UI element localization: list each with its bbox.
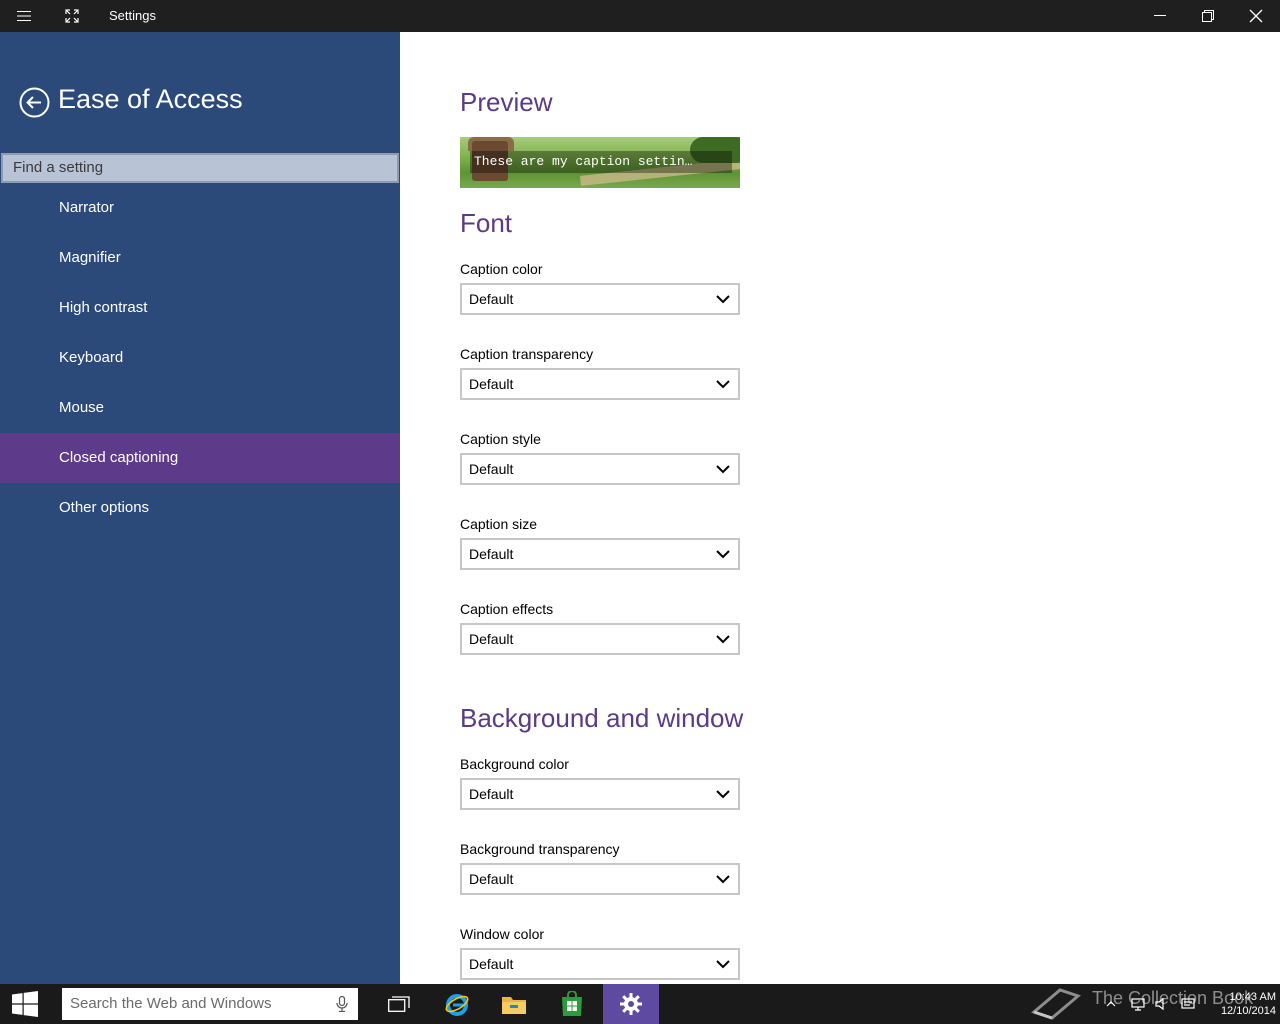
title-bar: Settings xyxy=(0,0,1280,32)
expand-icon xyxy=(65,9,79,23)
settings-icon xyxy=(620,993,642,1015)
chevron-down-icon xyxy=(716,380,730,389)
sidebar-item-high-contrast[interactable]: High contrast xyxy=(0,283,400,333)
window-title: Settings xyxy=(109,8,156,23)
settings-button[interactable] xyxy=(603,984,659,1024)
restore-icon xyxy=(1202,10,1214,22)
windows-logo-icon xyxy=(12,991,38,1017)
back-button[interactable] xyxy=(19,87,50,118)
preview-heading: Preview xyxy=(460,87,553,117)
clock-date: 12/10/2014 xyxy=(1220,1005,1276,1017)
sidebar-item-magnifier[interactable]: Magnifier xyxy=(0,233,400,283)
dropdown-value: Default xyxy=(469,376,514,392)
window-color-dropdown[interactable]: Default xyxy=(460,948,740,980)
sidebar-item-narrator[interactable]: Narrator xyxy=(0,183,400,233)
internet-explorer-icon xyxy=(445,994,469,1016)
hamburger-icon xyxy=(17,11,31,21)
close-icon xyxy=(1249,9,1263,23)
background-color-label: Background color xyxy=(460,756,569,772)
clock[interactable]: 10:43 AM 12/10/2014 xyxy=(1206,990,1276,1018)
chevron-down-icon xyxy=(716,550,730,559)
action-center-icon[interactable] xyxy=(1180,996,1196,1012)
caption-style-label: Caption style xyxy=(460,431,541,447)
full-screen-button[interactable] xyxy=(48,0,96,32)
sidebar-item-closed-captioning[interactable]: Closed captioning xyxy=(0,433,400,483)
caption-size-dropdown[interactable]: Default xyxy=(460,538,740,570)
caption-color-dropdown[interactable]: Default xyxy=(460,283,740,315)
minimize-button[interactable] xyxy=(1136,0,1184,32)
close-button[interactable] xyxy=(1232,0,1280,32)
taskbar-search-placeholder: Search the Web and Windows xyxy=(70,995,272,1012)
dropdown-value: Default xyxy=(469,956,514,972)
caption-effects-label: Caption effects xyxy=(460,601,554,617)
clock-time: 10:43 AM xyxy=(1229,991,1276,1003)
chevron-down-icon xyxy=(716,875,730,884)
caption-effects-dropdown[interactable]: Default xyxy=(460,623,740,655)
task-view-icon xyxy=(388,996,410,1012)
dropdown-value: Default xyxy=(469,871,514,887)
caption-preview-text: These are my caption settin… xyxy=(470,151,732,173)
caption-size-label: Caption size xyxy=(460,516,538,532)
window-color-label: Window color xyxy=(460,926,545,942)
dropdown-value: Default xyxy=(469,291,514,307)
restore-button[interactable] xyxy=(1184,0,1232,32)
watermark-book-icon xyxy=(1030,988,1082,1020)
dropdown-value: Default xyxy=(469,546,514,562)
sidebar-title: Ease of Access xyxy=(58,84,243,114)
internet-explorer-button[interactable] xyxy=(429,984,485,1024)
chevron-down-icon xyxy=(716,960,730,969)
background-color-dropdown[interactable]: Default xyxy=(460,778,740,810)
caption-transparency-dropdown[interactable]: Default xyxy=(460,368,740,400)
sidebar: Ease of Access Find a setting Narrator M… xyxy=(0,32,400,984)
dropdown-value: Default xyxy=(469,631,514,647)
background-window-heading: Background and window xyxy=(460,703,744,733)
chevron-down-icon xyxy=(716,790,730,799)
store-icon xyxy=(562,991,582,1016)
chevron-down-icon xyxy=(716,635,730,644)
caption-style-dropdown[interactable]: Default xyxy=(460,453,740,485)
background-transparency-dropdown[interactable]: Default xyxy=(460,863,740,895)
caption-preview-image: These are my caption settin… xyxy=(460,137,740,188)
minimize-icon xyxy=(1154,15,1166,16)
main-content: Preview These are my caption settin… Fon… xyxy=(400,32,1280,984)
find-setting-input[interactable]: Find a setting xyxy=(1,153,399,183)
background-transparency-label: Background transparency xyxy=(460,841,620,857)
caption-transparency-label: Caption transparency xyxy=(460,346,594,362)
caption-color-label: Caption color xyxy=(460,261,543,277)
hamburger-menu-button[interactable] xyxy=(0,0,48,32)
start-button[interactable] xyxy=(0,984,50,1024)
file-explorer-button[interactable] xyxy=(486,984,542,1024)
microphone-icon[interactable] xyxy=(336,996,348,1012)
network-icon[interactable] xyxy=(1130,996,1146,1012)
sidebar-item-other-options[interactable]: Other options xyxy=(0,483,400,533)
chevron-down-icon xyxy=(716,465,730,474)
show-hidden-icons-icon[interactable] xyxy=(1103,996,1119,1012)
back-arrow-icon xyxy=(19,87,50,118)
sidebar-item-mouse[interactable]: Mouse xyxy=(0,383,400,433)
dropdown-value: Default xyxy=(469,461,514,477)
file-explorer-icon xyxy=(502,997,526,1014)
font-heading: Font xyxy=(460,208,513,238)
sidebar-item-keyboard[interactable]: Keyboard xyxy=(0,333,400,383)
store-button[interactable] xyxy=(544,984,600,1024)
volume-icon[interactable] xyxy=(1154,996,1170,1012)
taskbar-search-input[interactable]: Search the Web and Windows xyxy=(62,988,358,1020)
dropdown-value: Default xyxy=(469,786,514,802)
taskbar: Search the Web and Windows The Collectio… xyxy=(0,984,1280,1024)
task-view-button[interactable] xyxy=(371,984,427,1024)
chevron-down-icon xyxy=(716,295,730,304)
